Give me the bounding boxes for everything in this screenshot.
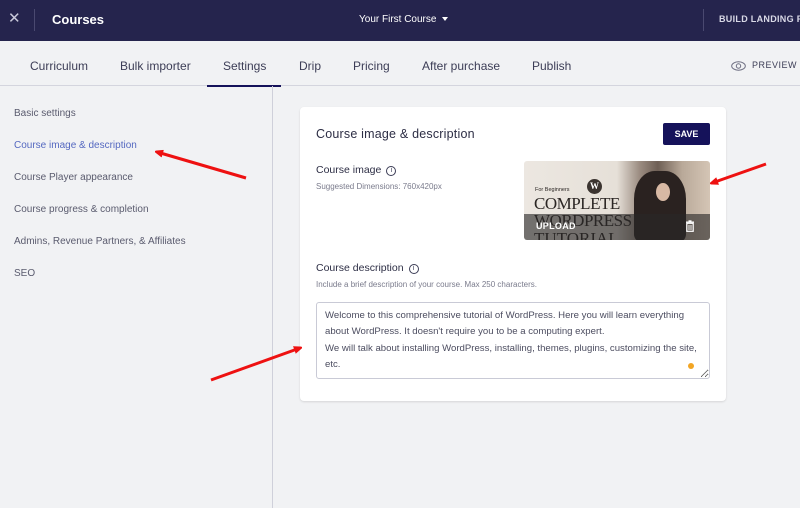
- card-title: Course image & description: [316, 127, 475, 141]
- sidebar-item-seo[interactable]: SEO: [14, 268, 35, 279]
- trash-icon[interactable]: [685, 220, 695, 232]
- save-button[interactable]: SAVE: [663, 123, 710, 145]
- tab-curriculum[interactable]: Curriculum: [30, 41, 88, 86]
- sidebar-item-course-player-appearance[interactable]: Course Player appearance: [14, 172, 133, 183]
- info-icon[interactable]: i: [408, 264, 419, 274]
- sidebar-item-admins-revenue-partners-affiliates[interactable]: Admins, Revenue Partners, & Affiliates: [14, 236, 186, 247]
- course-description-hint: Include a brief description of your cour…: [316, 280, 537, 289]
- tab-bar: Curriculum Bulk importer Settings Drip P…: [0, 41, 800, 87]
- divider: [703, 9, 704, 31]
- thumbnail-subtitle: For Beginners: [535, 187, 570, 193]
- eye-icon: [731, 60, 746, 71]
- app-title: Courses: [52, 12, 105, 27]
- upload-button[interactable]: UPLOAD: [536, 221, 576, 231]
- build-landing-page-button[interactable]: BUILD LANDING PA: [719, 14, 800, 24]
- course-description-textarea[interactable]: Welcome to this comprehensive tutorial o…: [316, 302, 710, 379]
- chevron-down-icon: [442, 17, 449, 22]
- tab-publish[interactable]: Publish: [532, 41, 571, 86]
- wordpress-logo-icon: W: [587, 179, 602, 194]
- tab-bulk-importer[interactable]: Bulk importer: [120, 41, 191, 86]
- tab-pricing[interactable]: Pricing: [353, 41, 390, 86]
- info-icon[interactable]: i: [386, 166, 397, 176]
- tab-after-purchase[interactable]: After purchase: [422, 41, 500, 86]
- course-image-description-card: Course image & description SAVE Course i…: [300, 107, 726, 401]
- grammarly-indicator-icon[interactable]: [688, 363, 694, 369]
- close-icon[interactable]: ✕: [8, 10, 22, 28]
- tab-settings[interactable]: Settings: [206, 41, 282, 87]
- thumbnail-photo-face: [656, 183, 670, 201]
- divider: [34, 9, 35, 31]
- course-image-thumbnail[interactable]: For Beginners W COMPLETE WORDPRESS TUTOR…: [524, 161, 710, 240]
- settings-sidebar: Basic settings Course image & descriptio…: [0, 86, 273, 508]
- course-selector[interactable]: Your First Course: [359, 14, 449, 25]
- sidebar-item-basic-settings[interactable]: Basic settings: [14, 108, 76, 119]
- preview-label: PREVIEW: [752, 60, 798, 70]
- course-image-hint: Suggested Dimensions: 760x420px: [316, 182, 442, 191]
- top-bar: ✕ Courses Your First Course BUILD LANDIN…: [0, 0, 800, 41]
- sidebar-item-course-progress-completion[interactable]: Course progress & completion: [14, 204, 149, 215]
- course-image-label: Course image i: [316, 164, 397, 176]
- course-description-label-text: Course description: [316, 262, 404, 274]
- course-image-label-text: Course image: [316, 164, 382, 176]
- sidebar-item-course-image-description[interactable]: Course image & description: [14, 140, 137, 151]
- preview-button[interactable]: PREVIEW: [731, 60, 797, 71]
- tab-drip[interactable]: Drip: [299, 41, 321, 86]
- course-description-label: Course description i: [316, 262, 419, 274]
- course-selector-label: Your First Course: [359, 14, 437, 25]
